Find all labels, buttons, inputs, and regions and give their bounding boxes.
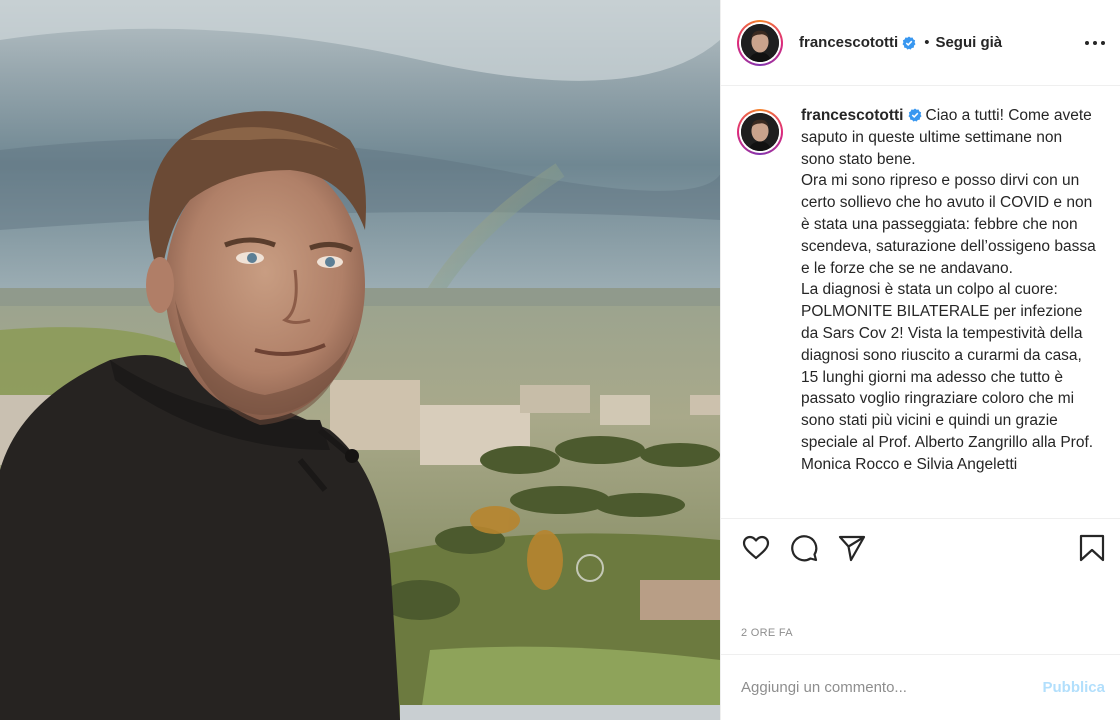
caption-body: Ciao a tutti! Come avete saputo in quest… — [801, 107, 1096, 473]
paper-plane-icon[interactable] — [837, 533, 867, 563]
avatar[interactable] — [737, 19, 783, 66]
separator-dot: • — [924, 34, 930, 51]
caption-verified-badge-icon — [908, 108, 921, 122]
heart-icon[interactable] — [741, 533, 771, 563]
comment-icon[interactable] — [789, 533, 819, 563]
username[interactable]: francescototti — [799, 34, 898, 51]
post-image — [0, 0, 720, 720]
post-sidebar: francescototti • Segui già francescotott… — [720, 0, 1120, 720]
follow-status-button[interactable]: Segui già — [935, 34, 1002, 51]
action-bar: 2 ORE FA — [721, 518, 1120, 639]
caption-avatar[interactable] — [737, 109, 783, 155]
bookmark-icon[interactable] — [1077, 533, 1107, 563]
caption: francescototti Ciao a tutti! Come avete s… — [737, 105, 1105, 476]
publish-button[interactable]: Pubblica — [1042, 679, 1105, 696]
timestamp[interactable]: 2 ORE FA — [741, 627, 793, 639]
caption-scroll-area[interactable]: francescototti Ciao a tutti! Come avete s… — [721, 87, 1120, 517]
caption-text: francescototti Ciao a tutti! Come avete s… — [801, 105, 1096, 476]
comment-input[interactable] — [741, 679, 1043, 696]
comment-bar: Pubblica — [721, 654, 1120, 720]
post-header: francescototti • Segui già — [721, 0, 1120, 86]
post-photo[interactable] — [0, 0, 720, 720]
verified-badge-icon — [902, 36, 916, 50]
more-options-icon[interactable] — [1085, 34, 1105, 52]
caption-username[interactable]: francescototti — [801, 107, 904, 124]
